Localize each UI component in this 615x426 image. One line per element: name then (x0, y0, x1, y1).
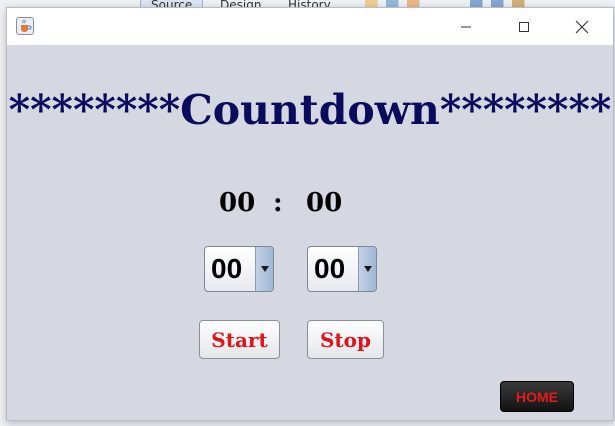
close-icon (575, 20, 589, 33)
countdown-window: ********Countdown******** 00 : 00 00 00 … (6, 7, 614, 421)
seconds-dropdown[interactable]: 00 (307, 246, 377, 292)
minutes-dropdown[interactable]: 00 (204, 246, 274, 292)
page-title: ********Countdown******** (8, 86, 612, 134)
dropdown-arrow-icon[interactable] (358, 247, 376, 291)
maximize-button[interactable] (501, 8, 547, 45)
title-bar (7, 8, 613, 45)
stop-button[interactable]: Stop (307, 320, 384, 359)
minutes-display: 00 (219, 188, 256, 218)
minutes-dropdown-value: 00 (211, 253, 243, 284)
java-cup-icon (16, 17, 34, 35)
time-separator: : (273, 188, 283, 218)
home-button[interactable]: HOME (500, 381, 574, 412)
dropdown-arrow-icon[interactable] (255, 247, 273, 291)
maximize-icon (519, 21, 529, 32)
minimize-button[interactable] (443, 8, 489, 45)
start-button[interactable]: Start (199, 320, 280, 359)
minimize-icon (461, 26, 471, 27)
seconds-display: 00 (306, 188, 343, 218)
close-button[interactable] (559, 8, 605, 45)
seconds-dropdown-value: 00 (314, 253, 346, 284)
